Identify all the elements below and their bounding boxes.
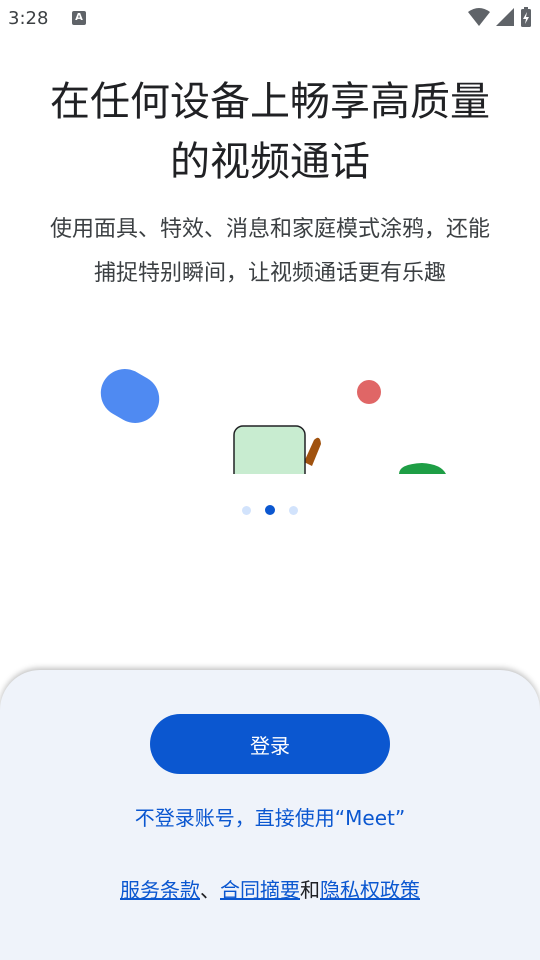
headline-line1: 在任何设备上畅享高质量	[50, 79, 490, 125]
a-icon: A	[72, 11, 86, 25]
legal-separator-1: 、	[200, 878, 220, 902]
onboarding-illustration	[0, 360, 540, 474]
subtitle-line1: 使用面具、特效、消息和家庭模式涂鸦，还能	[49, 217, 490, 242]
status-time: 3:28	[8, 8, 49, 29]
battery-charging-icon	[521, 7, 531, 27]
signal-icon	[495, 8, 514, 26]
page-dot-1	[242, 505, 251, 515]
brown-shape	[304, 437, 321, 466]
illustration-shapes	[100, 369, 446, 474]
red-dot-shape	[357, 380, 381, 404]
mint-card-shape	[233, 425, 306, 474]
terms-link[interactable]: 服务条款	[120, 878, 200, 902]
subtitle-line2: 捕捉特别瞬间，让视频通话更有乐趣	[93, 261, 446, 286]
status-bar: 3:28 A	[0, 0, 540, 36]
subtitle: 使用面具、特效、消息和家庭模式涂鸦，还能 捕捉特别瞬间，让视频通话更有乐趣	[20, 208, 520, 296]
headline: 在任何设备上畅享高质量 的视频通话	[20, 72, 520, 192]
page-dot-2-active	[265, 505, 275, 515]
privacy-policy-link[interactable]: 隐私权政策	[320, 878, 420, 902]
signin-button[interactable]: 登录	[150, 714, 390, 774]
legal-separator-2: 和	[300, 878, 320, 902]
page-dot-3	[289, 505, 298, 515]
green-arc-shape	[399, 463, 446, 474]
contract-summary-link[interactable]: 合同摘要	[220, 878, 300, 902]
blue-pill-shape	[100, 369, 160, 423]
use-without-account-link[interactable]: 不登录账号，直接使用“Meet”	[0, 802, 540, 831]
headline-line2: 的视频通话	[170, 139, 370, 185]
bottom-sheet: 登录 不登录账号，直接使用“Meet” 服务条款、合同摘要和隐私权政策	[0, 670, 540, 960]
wifi-icon	[467, 8, 490, 26]
status-icons	[467, 6, 532, 28]
legal-links: 服务条款、合同摘要和隐私权政策	[0, 874, 540, 903]
page-indicator	[0, 504, 540, 516]
